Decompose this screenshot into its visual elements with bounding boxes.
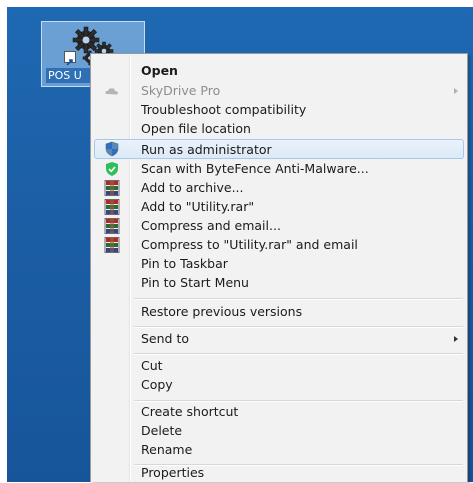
shortcut-arrow-icon — [64, 51, 76, 66]
winrar-icon — [104, 237, 120, 253]
menu-item-label: Add to "Utility.rar" — [141, 199, 255, 214]
cloud-icon — [105, 88, 118, 95]
winrar-icon — [104, 218, 120, 234]
menu-item-label: SkyDrive Pro — [141, 83, 221, 98]
submenu-arrow-icon — [454, 88, 458, 94]
menu-separator — [134, 298, 463, 300]
menu-item-label: Create shortcut — [141, 404, 239, 419]
menu-item-label: Restore previous versions — [141, 304, 303, 319]
submenu-arrow-icon — [454, 336, 458, 342]
menu-item-label: Run as administrator — [141, 142, 272, 157]
menu-item-label: Delete — [141, 423, 183, 438]
menu-item-add-to-utility-rar[interactable]: Add to "Utility.rar" — [94, 197, 464, 217]
context-menu: Open SkyDrive Pro Troubleshoot compatibi… — [90, 53, 468, 482]
menu-item-restore-previous-versions[interactable]: Restore previous versions — [94, 302, 464, 322]
menu-item-label: Send to — [141, 331, 190, 346]
menu-item-label: Troubleshoot compatibility — [141, 102, 307, 117]
menu-item-label: Open — [141, 63, 178, 78]
menu-item-label: Pin to Taskbar — [141, 256, 228, 271]
menu-item-open[interactable]: Open — [94, 61, 464, 81]
menu-item-open-file-location[interactable]: Open file location — [94, 119, 464, 139]
menu-item-label: Add to archive... — [141, 180, 244, 195]
menu-item-send-to[interactable]: Send to — [94, 329, 464, 349]
menu-item-label: Cut — [141, 358, 163, 373]
menu-item-label: Open file location — [141, 121, 251, 136]
winrar-icon — [104, 180, 120, 196]
menu-item-label: Compress and email... — [141, 218, 281, 233]
menu-item-properties[interactable]: Properties — [94, 463, 464, 483]
menu-item-label: Compress to "Utility.rar" and email — [141, 237, 358, 252]
uac-shield-icon — [105, 141, 119, 157]
bytefence-shield-icon — [106, 162, 118, 176]
winrar-icon — [104, 199, 120, 215]
menu-item-copy[interactable]: Copy — [94, 375, 464, 395]
menu-item-compress-and-email[interactable]: Compress and email... — [94, 216, 464, 236]
menu-item-compress-to-utility-rar-and-email[interactable]: Compress to "Utility.rar" and email — [94, 235, 464, 255]
menu-separator — [134, 326, 463, 328]
menu-item-add-to-archive[interactable]: Add to archive... — [94, 178, 464, 198]
menu-item-delete[interactable]: Delete — [94, 421, 464, 441]
menu-item-pin-to-taskbar[interactable]: Pin to Taskbar — [94, 254, 464, 274]
menu-item-skydrive-pro[interactable]: SkyDrive Pro — [94, 81, 464, 101]
menu-item-pin-to-start-menu[interactable]: Pin to Start Menu — [94, 273, 464, 293]
menu-item-label: Copy — [141, 377, 173, 392]
menu-item-label: Scan with ByteFence Anti-Malware... — [141, 161, 369, 176]
menu-item-rename[interactable]: Rename — [94, 440, 464, 460]
menu-item-run-as-administrator[interactable]: Run as administrator — [94, 139, 464, 159]
menu-item-label: Pin to Start Menu — [141, 275, 249, 290]
menu-item-label: Rename — [141, 442, 193, 457]
menu-item-create-shortcut[interactable]: Create shortcut — [94, 402, 464, 422]
menu-item-scan-with-bytefence[interactable]: Scan with ByteFence Anti-Malware... — [94, 159, 464, 179]
menu-item-label: Properties — [141, 465, 205, 480]
menu-item-cut[interactable]: Cut — [94, 356, 464, 376]
menu-item-troubleshoot-compatibility[interactable]: Troubleshoot compatibility — [94, 100, 464, 120]
menu-separator — [134, 353, 463, 355]
